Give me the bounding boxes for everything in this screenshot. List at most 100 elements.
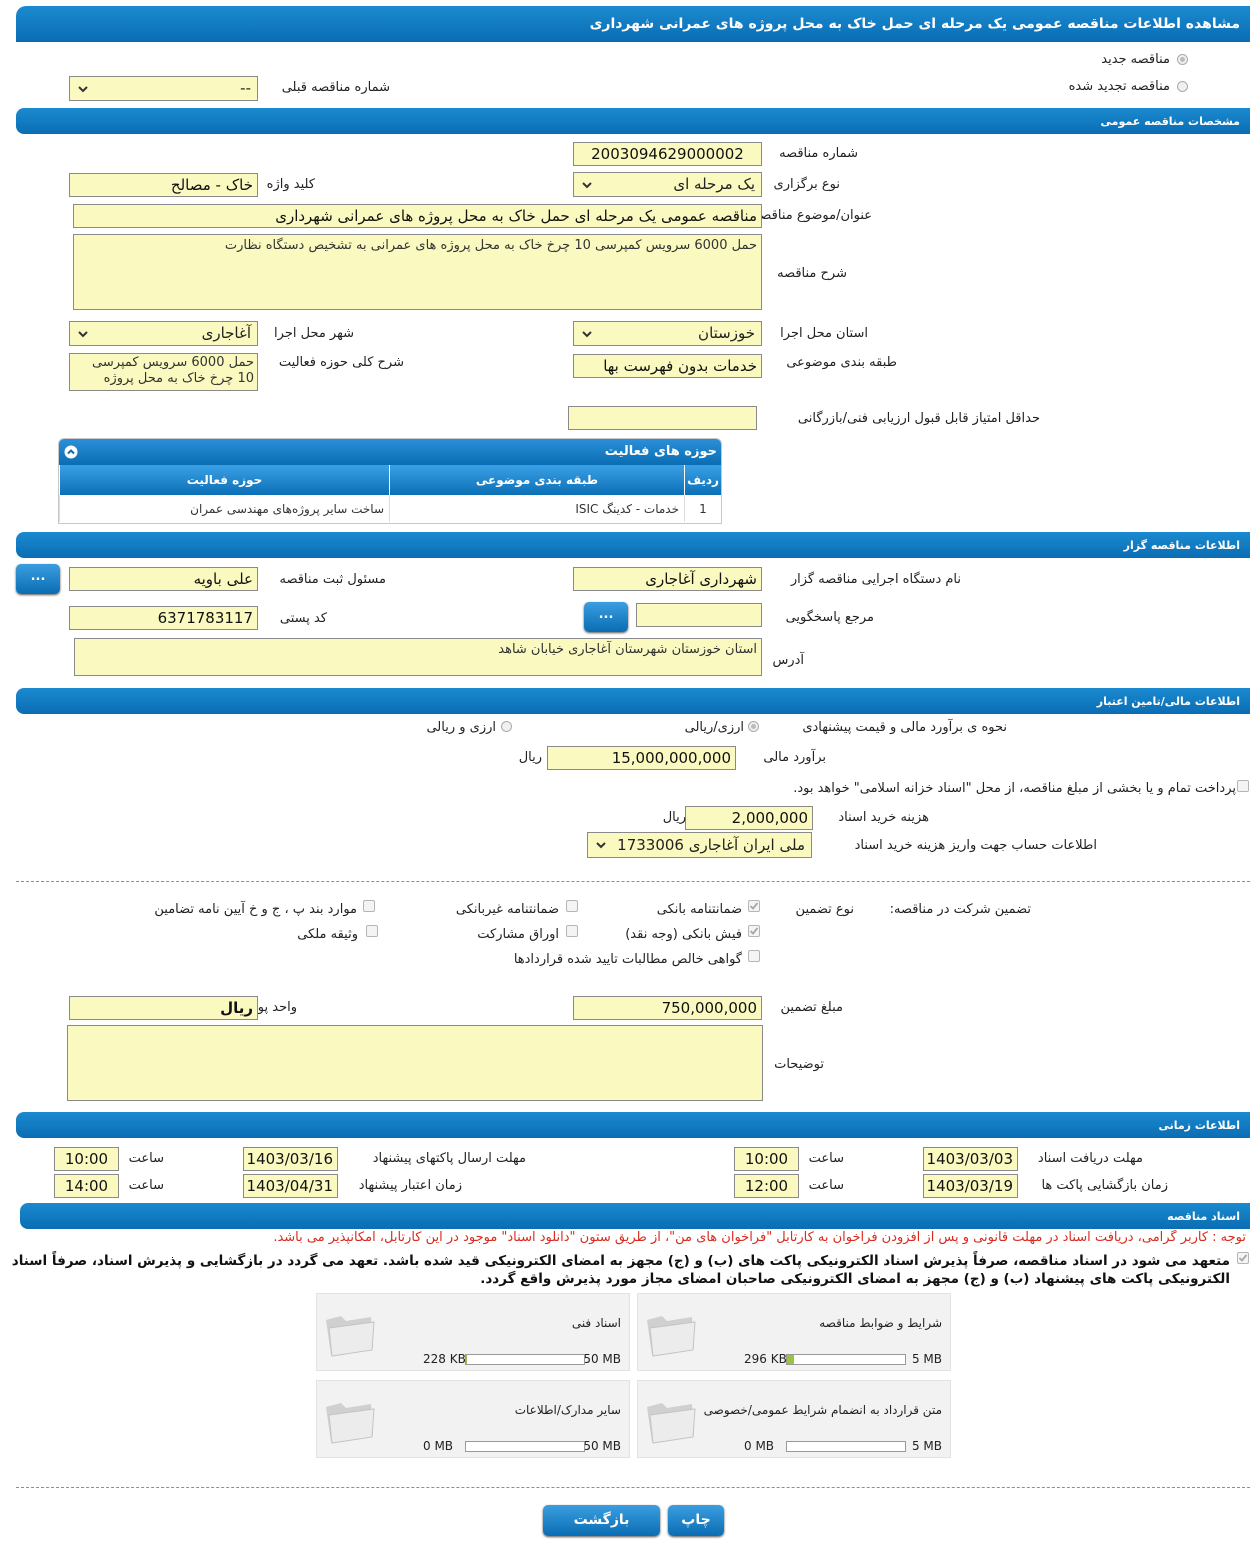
new-tender-label: مناقصه جدید (1101, 52, 1170, 67)
account-select[interactable]: ملی ایران آغاجاری 1733006 (587, 832, 812, 858)
doc-card-title: متن قرارداد به انضمام شرایط عمومی/خصوصی (703, 1403, 942, 1417)
property-collateral-checkbox[interactable] (366, 925, 378, 937)
time-label: ساعت (128, 1178, 164, 1193)
scope-textarea: حمل 6000 سرویس کمپرسی 10 چرخ خاک به محل … (69, 353, 258, 391)
row-index: 1 (684, 495, 721, 522)
clauses-guarantee-checkbox[interactable] (363, 900, 375, 912)
divider (16, 881, 1250, 882)
renewed-tender-radio[interactable] (1177, 81, 1188, 92)
clauses-guarantee-label: موارد بند پ ، ج و خ آیین نامه تضامین (154, 902, 357, 917)
documents-section-title: اسناد مناقصه (1167, 1210, 1240, 1223)
currency-and-rial-label: ارزی و ریالی (426, 720, 496, 735)
timing-section-title: اطلاعات زمانی (1158, 1119, 1240, 1132)
responsible-field: علی باویه (69, 567, 258, 591)
bid-send-date: 1403/03/16 (243, 1147, 338, 1171)
prev-tender-label: شماره مناقصه قبلی (281, 80, 390, 95)
time-label: ساعت (808, 1178, 844, 1193)
table-row: 1 خدمات - کدینگ ISIC ساخت سایر پروژه‌های… (59, 495, 721, 522)
description-label: شرح مناقصه (777, 266, 847, 281)
cash-receipt-label: فیش بانکی (وجه نقد) (625, 927, 742, 942)
responsible-lookup-button[interactable]: ... (16, 564, 60, 594)
claims-certificate-checkbox[interactable] (748, 950, 760, 962)
doc-receive-time: 10:00 (734, 1147, 799, 1171)
estimate-field: 15,000,000,000 (547, 746, 736, 770)
cash-receipt-checkbox[interactable] (748, 925, 760, 937)
claims-certificate-label: گواهی خالص مطالبات تایید شده قراردادها (513, 952, 742, 967)
nonbank-guarantee-checkbox[interactable] (566, 900, 578, 912)
keyword-label: کلید واژه (266, 177, 315, 192)
print-button[interactable]: چاپ (668, 1505, 724, 1536)
organizer-section-title: اطلاعات مناقصه گزار (1123, 539, 1240, 552)
doc-card-max: 5 MB (911, 1352, 942, 1366)
doc-card-other[interactable]: سایر مدارک/اطلاعات 50 MB 0 MB (316, 1380, 630, 1458)
bid-send-label: مهلت ارسال پاکتهای پیشنهاد (372, 1151, 526, 1166)
folder-icon (647, 1316, 696, 1357)
organizer-section-bar: اطلاعات مناقصه گزار (16, 532, 1250, 558)
province-select[interactable]: خوزستان (573, 321, 762, 346)
check-icon (749, 927, 759, 935)
currency-rial-radio[interactable] (748, 721, 759, 732)
activity-panel: حوزه های فعالیت ردیف طبقه بندی موضوعی حو… (58, 438, 722, 524)
reference-lookup-button[interactable]: ... (584, 602, 628, 632)
city-select[interactable]: آغاجاری (69, 321, 258, 346)
page-title-bar: مشاهده اطلاعات مناقصه عمومی یک مرحله ای … (16, 6, 1250, 42)
doc-receive-date: 1403/03/03 (923, 1147, 1018, 1171)
guarantee-amount-field: 750,000,000 (573, 996, 762, 1020)
treasury-checkbox[interactable] (1237, 780, 1249, 792)
account-label: اطلاعات حساب جهت واریز هزینه خرید اسناد (854, 838, 1097, 853)
validity-date: 1403/04/31 (243, 1174, 338, 1198)
doc-card-progress (465, 1354, 585, 1365)
renewed-tender-label: مناقصه تجدید شده (1068, 79, 1170, 94)
reference-field (636, 603, 762, 627)
subject-field: مناقصه عمومی یک مرحله ای حمل خاک به محل … (73, 204, 762, 228)
doc-fee-label: هزینه خرید اسناد (838, 810, 929, 825)
participation-bonds-label: اوراق مشارکت (477, 927, 559, 942)
address-textarea: استان خوزستان شهرستان آغاجاری خیابان شاه… (74, 638, 762, 676)
province-value: خوزستان (698, 324, 755, 342)
general-section-bar: مشخصات مناقصه عمومی (16, 108, 1250, 134)
prev-tender-select[interactable]: -- (69, 76, 258, 101)
participation-bonds-checkbox[interactable] (566, 925, 578, 937)
commitment-text: متعهد می شود در اسناد مناقصه، صرفاً پذیر… (11, 1253, 1230, 1287)
col-row: ردیف (684, 465, 721, 495)
treasury-text: پرداخت تمام و یا بخشی از مبلغ مناقصه، از… (793, 781, 1236, 796)
finance-section-title: اطلاعات مالی/تامین اعتبار (1096, 695, 1240, 708)
guarantee-title: تضمین شرکت در مناقصه: (889, 902, 1031, 917)
holding-type-select[interactable]: یک مرحله ای (573, 172, 762, 197)
doc-card-progress (786, 1354, 906, 1365)
doc-card-max: 50 MB (583, 1439, 621, 1453)
chevron-down-icon (78, 85, 88, 92)
category-field: خدمات بدون فهرست بها (573, 354, 762, 378)
postal-code-field: 6371783117 (69, 606, 258, 630)
time-label: ساعت (128, 1151, 164, 1166)
commit-checkbox[interactable] (1237, 1252, 1249, 1264)
finance-section-bar: اطلاعات مالی/تامین اعتبار (16, 688, 1250, 714)
doc-card-contract[interactable]: متن قرارداد به انضمام شرایط عمومی/خصوصی … (637, 1380, 951, 1458)
collapse-icon[interactable] (64, 445, 78, 459)
province-label: استان محل اجرا (780, 326, 868, 341)
check-icon (749, 902, 759, 910)
folder-icon (647, 1403, 696, 1444)
estimate-currency: ریال (518, 750, 542, 765)
currency-rial-label: ارزی/ریالی (684, 720, 744, 735)
opening-date: 1403/03/19 (923, 1174, 1018, 1198)
folder-icon (326, 1403, 375, 1444)
doc-card-size: 228 KB (423, 1352, 466, 1366)
doc-card-size: 0 MB (744, 1439, 775, 1453)
doc-card-max: 50 MB (583, 1352, 621, 1366)
tender-number-label: شماره مناقصه (779, 146, 858, 161)
check-icon (1238, 1254, 1248, 1262)
doc-card-conditions[interactable]: شرایط و ضوابط مناقصه 5 MB 296 KB (637, 1293, 951, 1371)
divider (16, 1487, 1250, 1488)
tender-number-field: 2003094629000002 (573, 142, 762, 166)
new-tender-radio[interactable] (1177, 54, 1188, 65)
documents-section-bar: اسناد مناقصه (20, 1203, 1250, 1229)
chevron-down-icon (78, 330, 88, 337)
currency-and-rial-radio[interactable] (501, 721, 512, 732)
currency-unit-field: ریال (69, 996, 258, 1020)
doc-card-technical[interactable]: اسناد فنی 50 MB 228 KB (316, 1293, 630, 1371)
description-textarea: حمل 6000 سرویس کمپرسی 10 چرخ خاک به محل … (73, 234, 762, 310)
guarantee-type-label: نوع تضمین (795, 902, 854, 917)
bank-guarantee-checkbox[interactable] (748, 900, 760, 912)
back-button[interactable]: بازگشت (543, 1505, 660, 1536)
